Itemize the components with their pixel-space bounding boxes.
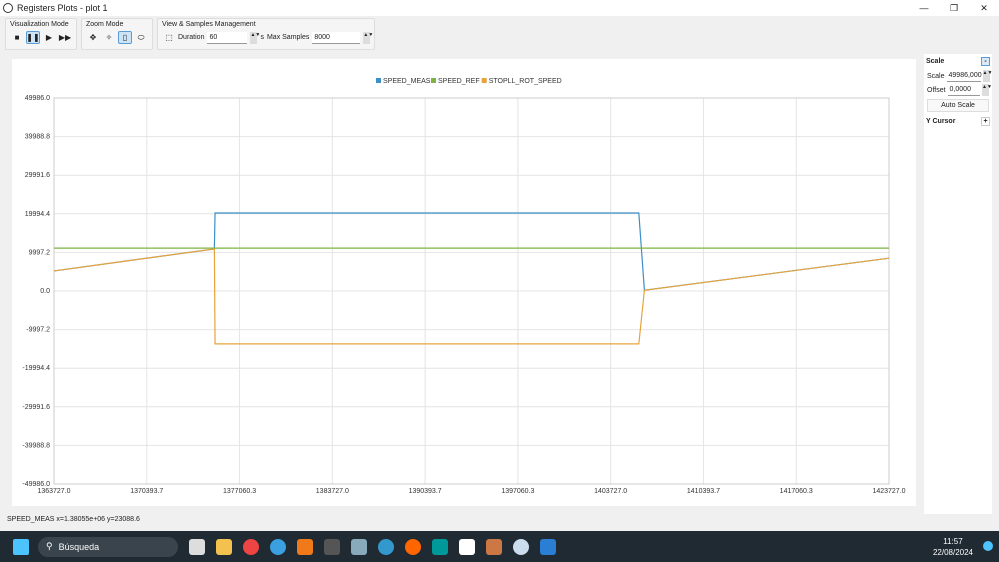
duration-label: Duration xyxy=(178,34,205,41)
view-samples-group: View & Samples Management ⬚ Duration 60 … xyxy=(157,18,376,50)
zoom-xy-icon[interactable]: ✥ xyxy=(86,31,100,44)
offset-input[interactable]: 0,0000 xyxy=(947,84,980,96)
y-tick-label: 19994.4 xyxy=(25,211,50,218)
app-icon[interactable] xyxy=(540,538,556,555)
max-samples-spinner[interactable]: ▲▼ xyxy=(363,31,373,44)
app-icon[interactable] xyxy=(486,538,502,555)
app-icon[interactable] xyxy=(405,538,421,555)
x-tick-label: 1390393.7 xyxy=(409,488,442,495)
zoom-mode-group: Zoom Mode ✥ ✧ ▯ ⬭ xyxy=(81,18,153,50)
offset-spinner[interactable]: ▲▼ xyxy=(982,84,992,96)
y-tick-label: 9997.2 xyxy=(29,249,51,256)
registers-plots-icon[interactable] xyxy=(513,538,529,555)
title-bar: Registers Plots - plot 1 — ❐ ✕ xyxy=(0,0,999,16)
app-icon[interactable] xyxy=(297,538,313,555)
status-bar: SPEED_MEAS x=1.38055e+06 y=23088.6 xyxy=(7,516,140,523)
legend-label: SPEED_REF xyxy=(438,78,480,85)
group-title: Visualization Mode xyxy=(10,21,69,28)
clock[interactable]: 11:57 22/08/2024 xyxy=(933,536,973,558)
app-logo-icon xyxy=(3,3,13,13)
collapse-scale-button[interactable]: - xyxy=(981,57,990,66)
play-icon[interactable]: ▶ xyxy=(42,31,56,44)
pan-icon[interactable]: ✧ xyxy=(102,31,116,44)
window-title: Registers Plots - plot 1 xyxy=(17,3,108,13)
y-tick-label: 0.0 xyxy=(40,288,50,295)
date: 22/08/2024 xyxy=(932,548,973,557)
app-icon[interactable] xyxy=(459,538,475,555)
max-samples-label: Max Samples xyxy=(266,34,310,41)
legend-label: SPEED_MEAS xyxy=(383,78,431,85)
visualization-mode-group: Visualization Mode ■ ❚❚ ▶ ▶▶ xyxy=(5,18,77,50)
scale-label: Scale xyxy=(927,72,945,80)
y-tick-label: -39988.8 xyxy=(22,442,50,449)
auto-scale-button[interactable]: Auto Scale xyxy=(927,99,989,112)
series-line-speed_meas xyxy=(53,212,890,291)
notification-icon[interactable] xyxy=(983,541,993,551)
legend-label: STOPLL_ROT_SPEED xyxy=(489,78,562,85)
y-tick-label: 29991.6 xyxy=(25,172,50,179)
x-tick-label: 1397060.3 xyxy=(501,488,534,495)
pause-icon[interactable]: ❚❚ xyxy=(26,31,40,44)
scale-input[interactable]: 49986,000 xyxy=(946,70,982,82)
max-samples-input[interactable]: 8000 xyxy=(312,31,361,44)
fit-view-icon[interactable]: ⬚ xyxy=(162,31,176,44)
y-tick-label: -19994.4 xyxy=(22,365,50,372)
duration-input[interactable]: 60 xyxy=(207,31,248,44)
taskbar-search[interactable]: ⚲ Búsqueda xyxy=(38,536,178,557)
search-icon: ⚲ xyxy=(46,541,53,551)
x-tick-label: 1410393.7 xyxy=(687,488,720,495)
x-tick-label: 1377060.3 xyxy=(223,488,256,495)
group-title: Zoom Mode xyxy=(86,21,124,28)
calculator-icon[interactable] xyxy=(351,538,367,555)
y-tick-label: -49986.0 xyxy=(22,481,50,488)
task-view-icon[interactable] xyxy=(189,538,205,555)
expand-y-cursor-button[interactable]: + xyxy=(981,117,990,126)
duration-unit: s xyxy=(260,34,264,41)
legend-swatch xyxy=(376,78,381,83)
chart-svg[interactable]: 49986.0 39988.8 29991.6 19994.4 9997.2 0.0 -99… xyxy=(12,59,916,506)
x-tick-label: 1383727.0 xyxy=(316,488,349,495)
scale-section-title: Scale xyxy=(926,58,945,65)
windows-start-icon[interactable] xyxy=(13,539,29,555)
edge-icon[interactable] xyxy=(378,538,394,555)
stop-icon[interactable]: ■ xyxy=(10,31,24,44)
x-tick-label: 1363727.0 xyxy=(37,488,70,495)
taskbar: ⚲ Búsqueda 11:57 22/08/2024 xyxy=(0,531,999,562)
zoom-vertical-icon[interactable]: ▯ xyxy=(118,31,132,44)
chrome-icon[interactable] xyxy=(243,538,259,555)
maximize-button[interactable]: ❐ xyxy=(939,0,969,16)
file-explorer-icon[interactable] xyxy=(216,538,232,555)
group-title: View & Samples Management xyxy=(162,21,256,28)
y-tick-label: -29991.6 xyxy=(22,404,50,411)
x-tick-label: 1423727.0 xyxy=(872,488,905,495)
app-icon[interactable] xyxy=(270,538,286,555)
fast-forward-icon[interactable]: ▶▶ xyxy=(58,31,72,44)
x-tick-label: 1417060.3 xyxy=(780,488,813,495)
scale-spinner[interactable]: ▲▼ xyxy=(982,70,992,82)
legend-swatch xyxy=(481,78,487,83)
y-tick-label: -9997.2 xyxy=(26,327,50,334)
side-panel: Scale - Scale 49986,000 ▲▼ Offset 0,0000 ▲▼ A… xyxy=(924,54,992,514)
x-tick-label: 1403727.0 xyxy=(594,488,627,495)
arduino-icon[interactable] xyxy=(432,538,448,555)
plot-area[interactable]: 49986.0 39988.8 29991.6 19994.4 9997.2 0.0 -99… xyxy=(12,59,916,506)
terminal-icon[interactable] xyxy=(324,538,340,555)
y-tick-label: 39988.8 xyxy=(25,134,50,141)
y-tick-label: 49986.0 xyxy=(25,95,50,102)
x-tick-label: 1370393.7 xyxy=(130,488,163,495)
legend-swatch xyxy=(431,78,436,83)
y-cursor-section-title: Y Cursor xyxy=(926,118,956,125)
time: 11:57 xyxy=(943,537,963,546)
search-placeholder: Búsqueda xyxy=(58,541,100,552)
offset-label: Offset xyxy=(927,86,946,94)
minimize-button[interactable]: — xyxy=(909,0,939,16)
duration-spinner[interactable]: ▲▼ xyxy=(250,31,260,44)
close-button[interactable]: ✕ xyxy=(969,0,999,16)
zoom-horizontal-icon[interactable]: ⬭ xyxy=(134,31,148,44)
